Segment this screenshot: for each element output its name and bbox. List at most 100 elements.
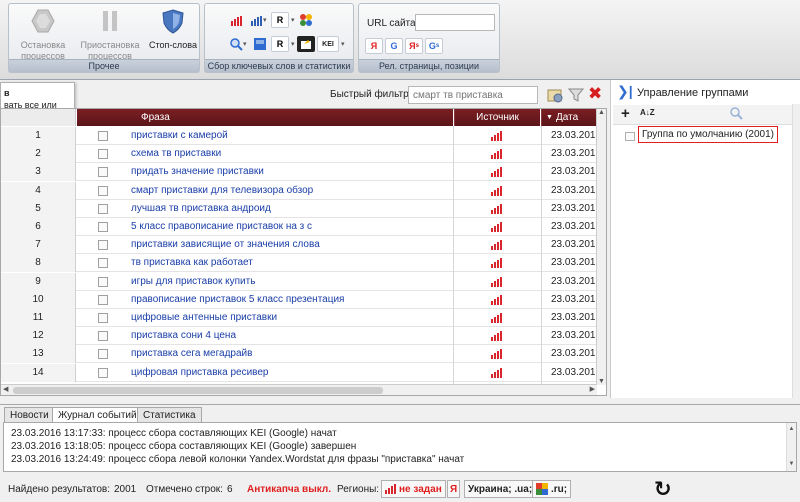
search-icon[interactable] bbox=[729, 106, 743, 123]
phrase-link[interactable]: приставки зависящие от значения слова bbox=[131, 239, 320, 250]
column-divider bbox=[453, 126, 454, 395]
folder-icon bbox=[625, 132, 635, 141]
url-input[interactable] bbox=[415, 14, 495, 31]
phrase-link[interactable]: схема тв приставки bbox=[131, 148, 221, 159]
pause-icon bbox=[103, 11, 117, 31]
phrase-link[interactable]: правописание приставок 5 класс презентац… bbox=[131, 294, 344, 305]
row-checkbox[interactable] bbox=[98, 349, 108, 360]
table-row[interactable]: 2 схема тв приставки 23.03.2016 bbox=[1, 145, 601, 164]
table-row[interactable]: 9 игры для приставок купить 23.03.2016 bbox=[1, 272, 601, 291]
row-checkbox[interactable] bbox=[98, 203, 108, 214]
blue-square-icon[interactable] bbox=[251, 36, 269, 52]
row-number: 14 bbox=[1, 363, 76, 382]
r-service-2-icon[interactable]: R bbox=[271, 36, 289, 52]
sort-icon[interactable]: A↓Z bbox=[640, 108, 655, 117]
wordstat-bars-icon[interactable] bbox=[227, 13, 245, 29]
scroll-up-icon[interactable]: ▲ bbox=[597, 109, 606, 116]
yandex-stats-icon[interactable]: Яs bbox=[405, 38, 423, 54]
phrase-link[interactable]: цифровая приставка ресивер bbox=[131, 367, 269, 378]
checkbox-header[interactable] bbox=[77, 109, 127, 126]
table-row[interactable]: 10 правописание приставок 5 класс презент… bbox=[1, 290, 601, 309]
table-row[interactable]: 7 приставки зависящие от значения слова 23… bbox=[1, 236, 601, 255]
table-row[interactable]: 11 цифровые антенные приставки 23.03.2016 bbox=[1, 309, 601, 327]
region-wordstat-chip[interactable]: не задан bbox=[381, 480, 446, 498]
scroll-up-icon[interactable]: ▲ bbox=[787, 423, 796, 436]
row-checkbox[interactable] bbox=[98, 185, 108, 196]
column-divider bbox=[541, 126, 542, 395]
yandex-icon[interactable]: Я bbox=[447, 480, 461, 498]
row-checkbox[interactable] bbox=[98, 331, 108, 342]
google-stats-icon[interactable]: Gs bbox=[425, 38, 443, 54]
row-checkbox[interactable] bbox=[98, 167, 108, 178]
export-icon[interactable] bbox=[297, 36, 315, 52]
clear-filter-icon[interactable]: ✖ bbox=[588, 85, 606, 103]
table-row[interactable]: 13 приставка сега мегадрайв 23.03.2016 bbox=[1, 345, 601, 364]
refresh-icon[interactable]: ↻ bbox=[654, 477, 672, 502]
row-checkbox[interactable] bbox=[98, 240, 108, 251]
phrase-link[interactable]: цифровые антенные приставки bbox=[131, 312, 277, 323]
kei-button[interactable]: KEI bbox=[317, 36, 339, 52]
phrase-link[interactable]: приставка сега мегадрайв bbox=[131, 348, 252, 359]
column-header-source[interactable]: Источник bbox=[454, 109, 540, 126]
table-row[interactable]: 8 тв приставка как работает 23.03.2016 bbox=[1, 254, 601, 273]
filter-icon[interactable] bbox=[567, 86, 585, 104]
phrase-link[interactable]: приставки с камерой bbox=[131, 130, 228, 141]
phrase-link[interactable]: 5 класс правописание приставок на з с bbox=[131, 221, 312, 232]
stopwords-button[interactable]: Стоп-слова bbox=[147, 8, 199, 51]
chevron-down-icon[interactable]: ▾ bbox=[263, 16, 267, 24]
collapse-panel-icon[interactable]: ❯| bbox=[617, 83, 633, 100]
table-row[interactable]: 4 смарт приставки для телевизора обзор 23.… bbox=[1, 181, 601, 200]
scroll-left-icon[interactable]: ◀ bbox=[3, 385, 8, 393]
phrase-link[interactable]: лучшая тв приставка андроид bbox=[131, 203, 271, 214]
scroll-down-icon[interactable]: ▼ bbox=[597, 378, 606, 385]
row-checkbox[interactable] bbox=[98, 222, 108, 232]
quick-filter-input[interactable] bbox=[408, 86, 538, 104]
row-checkbox[interactable] bbox=[98, 149, 108, 160]
horizontal-scrollbar[interactable]: ◀ ▶ bbox=[1, 384, 597, 395]
group-caption-url: Рел. страницы, позиции bbox=[359, 59, 499, 72]
column-header-date[interactable]: ▼ Дата bbox=[541, 109, 597, 126]
region-yandex-chip[interactable]: Украина; .ua; bbox=[464, 480, 537, 498]
column-header-phrase[interactable]: Фраза bbox=[127, 109, 453, 126]
scroll-thumb[interactable] bbox=[13, 387, 383, 394]
tab-news[interactable]: Новости bbox=[4, 407, 55, 423]
regions-label: Регионы: bbox=[337, 484, 380, 495]
default-group-item[interactable]: Группа по умолчанию (2001) bbox=[638, 126, 779, 143]
chevron-down-icon[interactable]: ▾ bbox=[341, 40, 345, 48]
row-checkbox[interactable] bbox=[98, 294, 108, 305]
table-row[interactable]: 1 приставки с камерой 23.03.2016 bbox=[1, 127, 601, 145]
row-checkbox[interactable] bbox=[98, 367, 108, 378]
table-row[interactable]: 5 лучшая тв приставка андроид 23.03.2016 bbox=[1, 199, 601, 218]
log-scrollbar[interactable]: ▲ ▼ bbox=[786, 423, 796, 471]
phrase-link[interactable]: приставка сони 4 цена bbox=[131, 330, 236, 341]
phrase-link[interactable]: придать значение приставки bbox=[131, 166, 264, 177]
chevron-down-icon[interactable]: ▾ bbox=[291, 40, 295, 48]
yandex-icon[interactable]: Я bbox=[365, 38, 383, 54]
row-checkbox[interactable] bbox=[98, 313, 108, 323]
region-google-chip[interactable]: .ru; bbox=[532, 480, 572, 498]
table-row[interactable]: 6 5 класс правописание приставок на з с 23… bbox=[1, 218, 601, 236]
chevron-down-icon[interactable]: ▾ bbox=[243, 40, 247, 48]
vertical-scrollbar[interactable]: ▲ ▼ bbox=[596, 109, 606, 385]
anticaptcha-status[interactable]: Антикапча выкл. bbox=[247, 484, 331, 495]
filter-settings-icon[interactable] bbox=[546, 86, 564, 104]
r-service-icon[interactable]: R bbox=[271, 12, 289, 28]
table-row[interactable]: 3 придать значение приставки 23.03.2016 bbox=[1, 163, 601, 182]
scroll-right-icon[interactable]: ▶ bbox=[590, 385, 595, 393]
scroll-down-icon[interactable]: ▼ bbox=[787, 458, 796, 471]
table-row[interactable]: 12 приставка сони 4 цена 23.03.2016 bbox=[1, 327, 601, 346]
colorful-dots-icon[interactable] bbox=[297, 12, 315, 28]
phrase-link[interactable]: тв приставка как работает bbox=[131, 257, 253, 268]
google-icon[interactable]: G bbox=[385, 38, 403, 54]
phrase-link[interactable]: смарт приставки для телевизора обзор bbox=[131, 185, 313, 196]
phrase-link[interactable]: игры для приставок купить bbox=[131, 276, 255, 287]
tab-statistics[interactable]: Статистика bbox=[137, 407, 202, 423]
row-checkbox[interactable] bbox=[98, 276, 108, 287]
row-number: 8 bbox=[1, 254, 76, 273]
row-checkbox[interactable] bbox=[98, 258, 108, 269]
groups-scrollbar[interactable] bbox=[792, 104, 800, 398]
add-group-icon[interactable]: + bbox=[621, 105, 630, 122]
chevron-down-icon[interactable]: ▾ bbox=[291, 16, 295, 24]
table-row[interactable]: 14 цифровая приставка ресивер 23.03.2016 bbox=[1, 363, 601, 382]
row-checkbox[interactable] bbox=[98, 131, 108, 141]
